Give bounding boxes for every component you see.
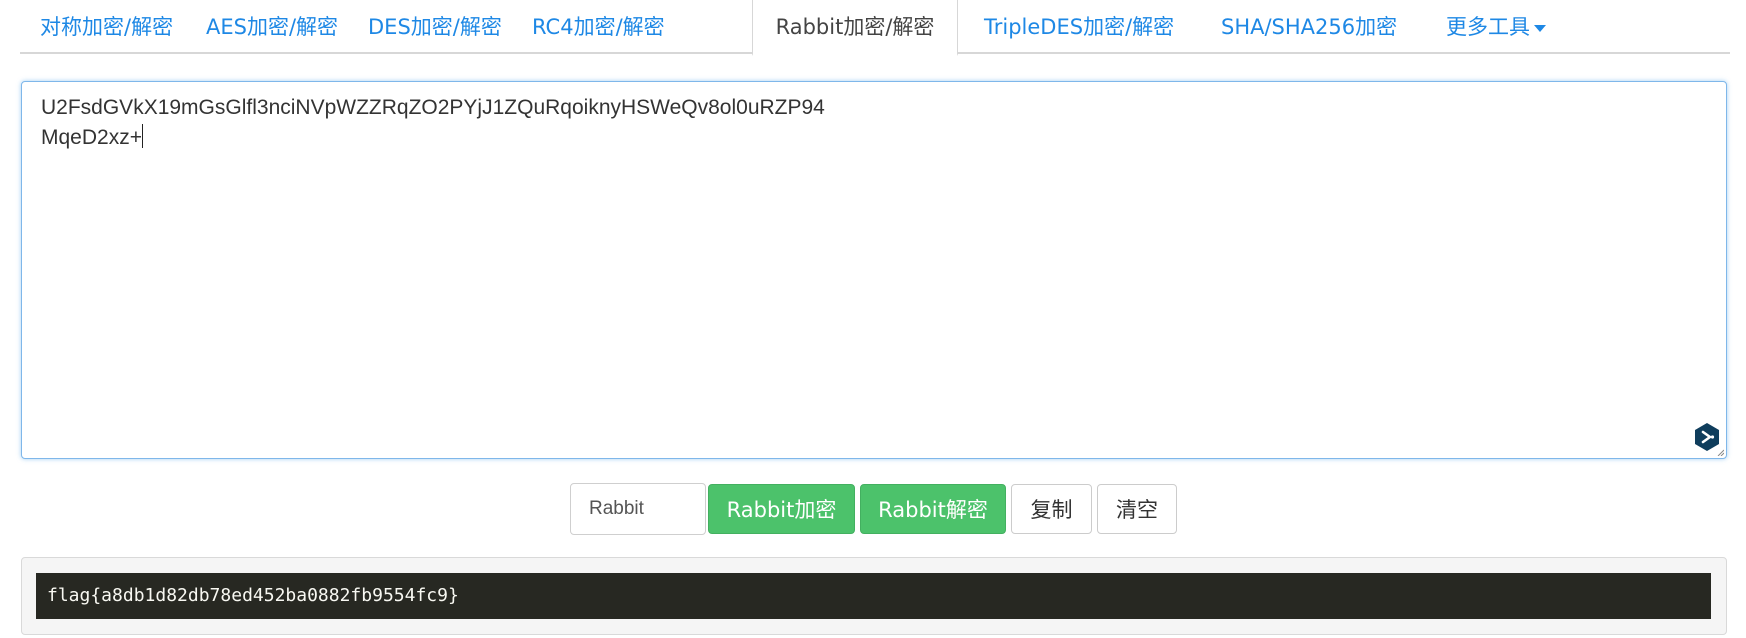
text-cursor xyxy=(141,124,143,148)
result-panel: flag{a8db1d82db78ed452ba0882fb9554fc9} xyxy=(21,557,1727,635)
ciphertext-line-2: MqeD2xz+ xyxy=(41,126,142,149)
tab-tripledes[interactable]: TripleDES加密/解密 xyxy=(984,0,1174,54)
tab-des[interactable]: DES加密/解密 xyxy=(368,0,502,54)
ciphertext-content: U2FsdGVkX19mGsGlfl3nciNVpWZZRqZO2PYjJ1ZQ… xyxy=(41,93,1681,153)
tab-more-tools-label: 更多工具 xyxy=(1446,15,1530,39)
tab-more-tools[interactable]: 更多工具 xyxy=(1446,0,1546,54)
resize-grip-icon[interactable] xyxy=(1717,449,1724,456)
tab-aes[interactable]: AES加密/解密 xyxy=(206,0,338,54)
ciphertext-line-1: U2FsdGVkX19mGsGlfl3nciNVpWZZRqZO2PYjJ1ZQ… xyxy=(41,96,825,119)
key-input[interactable] xyxy=(570,483,706,535)
ciphertext-textarea[interactable]: U2FsdGVkX19mGsGlfl3nciNVpWZZRqZO2PYjJ1ZQ… xyxy=(21,81,1727,459)
extension-icon[interactable] xyxy=(1694,422,1720,452)
action-bar: Rabbit加密 Rabbit解密 复制 清空 xyxy=(0,483,1746,535)
encrypt-button[interactable]: Rabbit加密 xyxy=(708,484,855,534)
result-output: flag{a8db1d82db78ed452ba0882fb9554fc9} xyxy=(36,573,1711,619)
decrypt-button[interactable]: Rabbit解密 xyxy=(860,484,1006,534)
tab-rabbit[interactable]: Rabbit加密/解密 xyxy=(752,0,958,56)
clear-button[interactable]: 清空 xyxy=(1097,484,1177,534)
tab-bar: 对称加密/解密 AES加密/解密 DES加密/解密 RC4加密/解密 Rabbi… xyxy=(20,0,1730,56)
tab-symmetric[interactable]: 对称加密/解密 xyxy=(40,0,173,54)
tab-sha[interactable]: SHA/SHA256加密 xyxy=(1221,0,1397,54)
caret-down-icon xyxy=(1534,24,1546,32)
tab-rc4[interactable]: RC4加密/解密 xyxy=(532,0,665,54)
copy-button[interactable]: 复制 xyxy=(1011,484,1092,534)
page: 对称加密/解密 AES加密/解密 DES加密/解密 RC4加密/解密 Rabbi… xyxy=(0,0,1746,638)
